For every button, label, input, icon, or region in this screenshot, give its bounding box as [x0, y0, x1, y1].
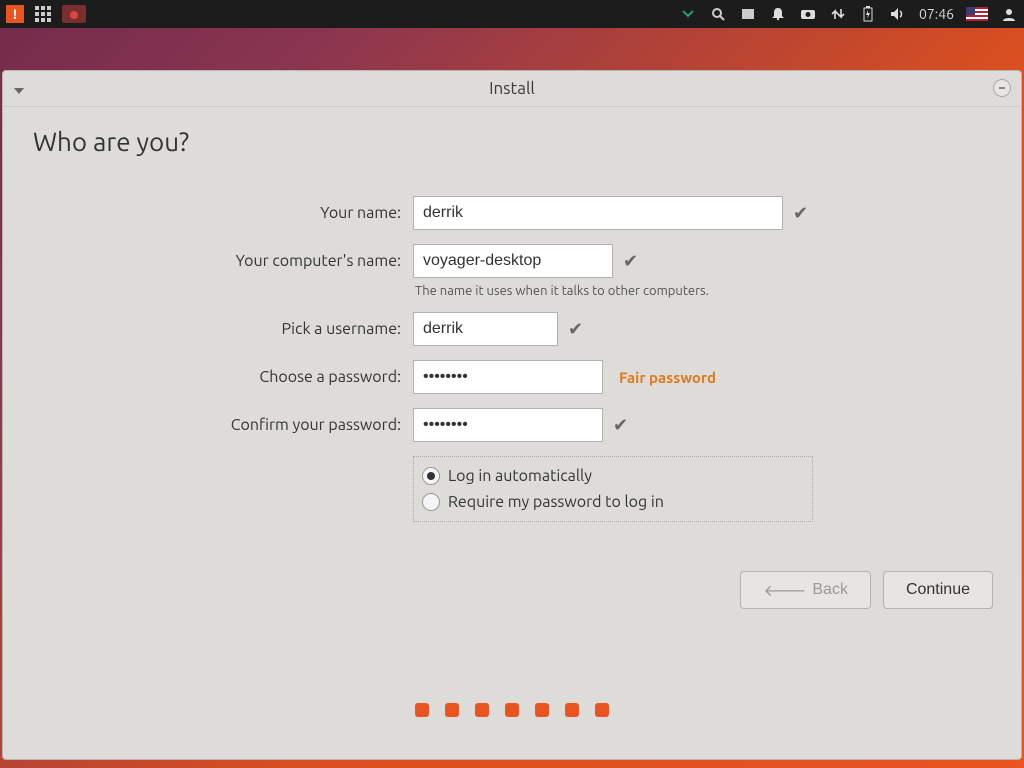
installer-window: Install Who are you? Your name: ✔ Your c… — [2, 70, 1022, 760]
radio-require-label: Require my password to log in — [448, 493, 664, 511]
progress-dot — [445, 703, 459, 717]
search-icon[interactable] — [709, 5, 727, 23]
top-panel: ! 07:46 — [0, 0, 1024, 28]
computer-name-input[interactable] — [413, 244, 613, 278]
your-name-label: Your name: — [33, 204, 413, 222]
confirm-password-label: Confirm your password: — [33, 416, 413, 434]
check-icon: ✔ — [793, 203, 808, 224]
arrow-left-icon: 🡐 — [763, 580, 806, 601]
check-icon: ✔ — [623, 251, 638, 272]
radio-icon — [422, 467, 440, 485]
progress-dot — [535, 703, 549, 717]
distro-logo-icon[interactable]: ! — [6, 5, 24, 23]
progress-dot — [595, 703, 609, 717]
package-warning-icon[interactable] — [62, 5, 86, 23]
battery-icon[interactable] — [859, 5, 877, 23]
window-title: Install — [489, 79, 535, 98]
user-form: Your name: ✔ Your computer's name: ✔ The… — [33, 196, 991, 522]
minimize-button[interactable] — [993, 79, 1011, 97]
window-menu-icon[interactable] — [13, 81, 25, 100]
page-title: Who are you? — [33, 127, 991, 156]
progress-dot — [475, 703, 489, 717]
progress-dot — [415, 703, 429, 717]
confirm-password-input[interactable] — [413, 408, 603, 442]
chevron-down-icon[interactable] — [679, 5, 697, 23]
username-input[interactable] — [413, 312, 558, 346]
workspace-icon[interactable] — [739, 5, 757, 23]
window-titlebar: Install — [3, 71, 1021, 107]
user-icon[interactable] — [1000, 5, 1018, 23]
clock[interactable]: 07:46 — [919, 6, 954, 22]
keyboard-layout-flag-icon[interactable] — [966, 7, 988, 21]
progress-dot — [505, 703, 519, 717]
apps-grid-icon[interactable] — [34, 5, 52, 23]
login-option-group: Log in automatically Require my password… — [413, 456, 813, 522]
network-updown-icon[interactable] — [829, 5, 847, 23]
password-input[interactable] — [413, 360, 603, 394]
check-icon: ✔ — [613, 415, 628, 436]
radio-require-password[interactable]: Require my password to log in — [422, 489, 804, 515]
username-label: Pick a username: — [33, 320, 413, 338]
check-icon: ✔ — [568, 319, 583, 340]
back-button[interactable]: 🡐 Back — [740, 571, 870, 609]
computer-name-label: Your computer's name: — [33, 252, 413, 270]
bell-icon[interactable] — [769, 5, 787, 23]
volume-icon[interactable] — [889, 5, 907, 23]
computer-name-hint: The name it uses when it talks to other … — [415, 284, 1013, 298]
continue-button[interactable]: Continue — [883, 571, 993, 609]
progress-dots — [3, 703, 1021, 717]
password-label: Choose a password: — [33, 368, 413, 386]
progress-dot — [565, 703, 579, 717]
radio-icon — [422, 493, 440, 511]
radio-auto-login[interactable]: Log in automatically — [422, 463, 804, 489]
radio-auto-label: Log in automatically — [448, 467, 592, 485]
your-name-input[interactable] — [413, 196, 783, 230]
camera-icon[interactable] — [799, 5, 817, 23]
password-strength: Fair password — [619, 369, 716, 386]
